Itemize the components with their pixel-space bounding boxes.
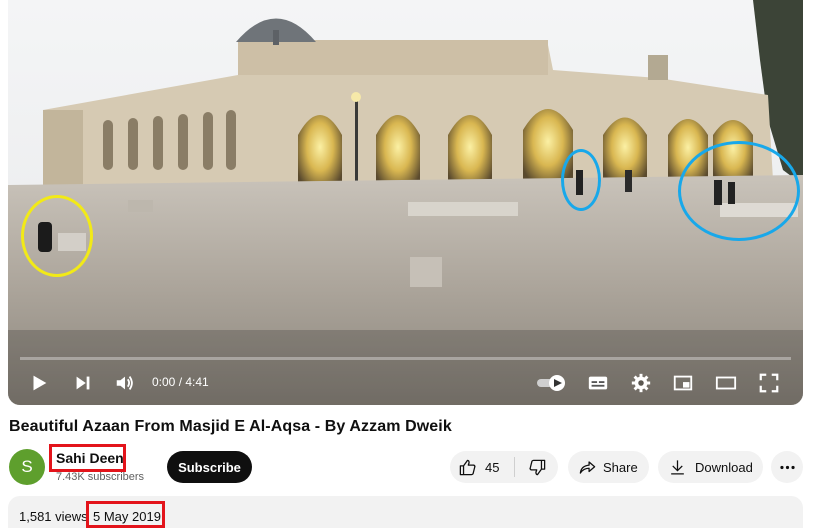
like-count: 45 bbox=[485, 459, 500, 475]
channel-name[interactable]: Sahi Deen bbox=[56, 450, 124, 466]
play-icon bbox=[33, 375, 47, 391]
upload-date: 5 May 2019 bbox=[93, 509, 161, 524]
video-title: Beautiful Azaan From Masjid E Al-Aqsa - … bbox=[9, 418, 452, 435]
subscriber-count: 7.43K subscribers bbox=[56, 471, 145, 483]
play-button[interactable] bbox=[26, 370, 52, 396]
view-count: 1,581 views bbox=[19, 509, 88, 524]
theater-mode-button[interactable] bbox=[713, 370, 739, 396]
like-button[interactable]: 45 bbox=[450, 451, 516, 483]
like-dislike-group: 45 bbox=[450, 451, 558, 483]
settings-button[interactable] bbox=[628, 370, 654, 396]
settings-icon bbox=[631, 373, 651, 393]
miniplayer-icon bbox=[673, 375, 693, 391]
progress-bar[interactable] bbox=[20, 357, 791, 360]
more-actions-button[interactable] bbox=[771, 451, 803, 483]
thumbs-down-icon bbox=[528, 459, 545, 475]
highlight-circle-blue bbox=[561, 149, 601, 211]
volume-icon bbox=[116, 376, 133, 390]
next-button[interactable] bbox=[70, 370, 96, 396]
autoplay-toggle-icon bbox=[537, 375, 565, 391]
more-icon bbox=[779, 465, 795, 469]
download-button[interactable]: Download bbox=[658, 451, 763, 483]
miniplayer-button[interactable] bbox=[670, 370, 696, 396]
time-current: 0:00 bbox=[152, 375, 176, 389]
subscribe-button[interactable]: Subscribe bbox=[167, 451, 252, 483]
share-label: Share bbox=[603, 459, 638, 475]
highlight-circle-yellow bbox=[21, 195, 93, 277]
subtitles-button[interactable] bbox=[585, 370, 611, 396]
share-icon bbox=[579, 460, 596, 474]
dislike-button[interactable] bbox=[516, 451, 558, 483]
volume-button[interactable] bbox=[112, 370, 138, 396]
autoplay-toggle[interactable] bbox=[536, 370, 568, 396]
time-total: 4:41 bbox=[185, 375, 209, 389]
share-button[interactable]: Share bbox=[568, 451, 649, 483]
download-icon bbox=[671, 459, 684, 474]
fullscreen-button[interactable] bbox=[756, 370, 782, 396]
download-label: Download bbox=[695, 459, 753, 475]
next-icon bbox=[76, 376, 90, 390]
fullscreen-icon bbox=[759, 373, 779, 393]
theater-icon bbox=[715, 376, 737, 390]
time-separator: / bbox=[175, 375, 186, 389]
divider bbox=[514, 457, 515, 477]
thumbs-up-icon bbox=[459, 459, 476, 475]
video-player[interactable]: 0:00 / 4:41 bbox=[8, 0, 803, 405]
avatar[interactable]: S bbox=[9, 449, 45, 485]
subtitles-icon bbox=[588, 376, 608, 390]
time-display: 0:00 / 4:41 bbox=[152, 375, 209, 389]
player-controls: 0:00 / 4:41 bbox=[8, 362, 803, 402]
highlight-circle-blue bbox=[678, 141, 800, 241]
